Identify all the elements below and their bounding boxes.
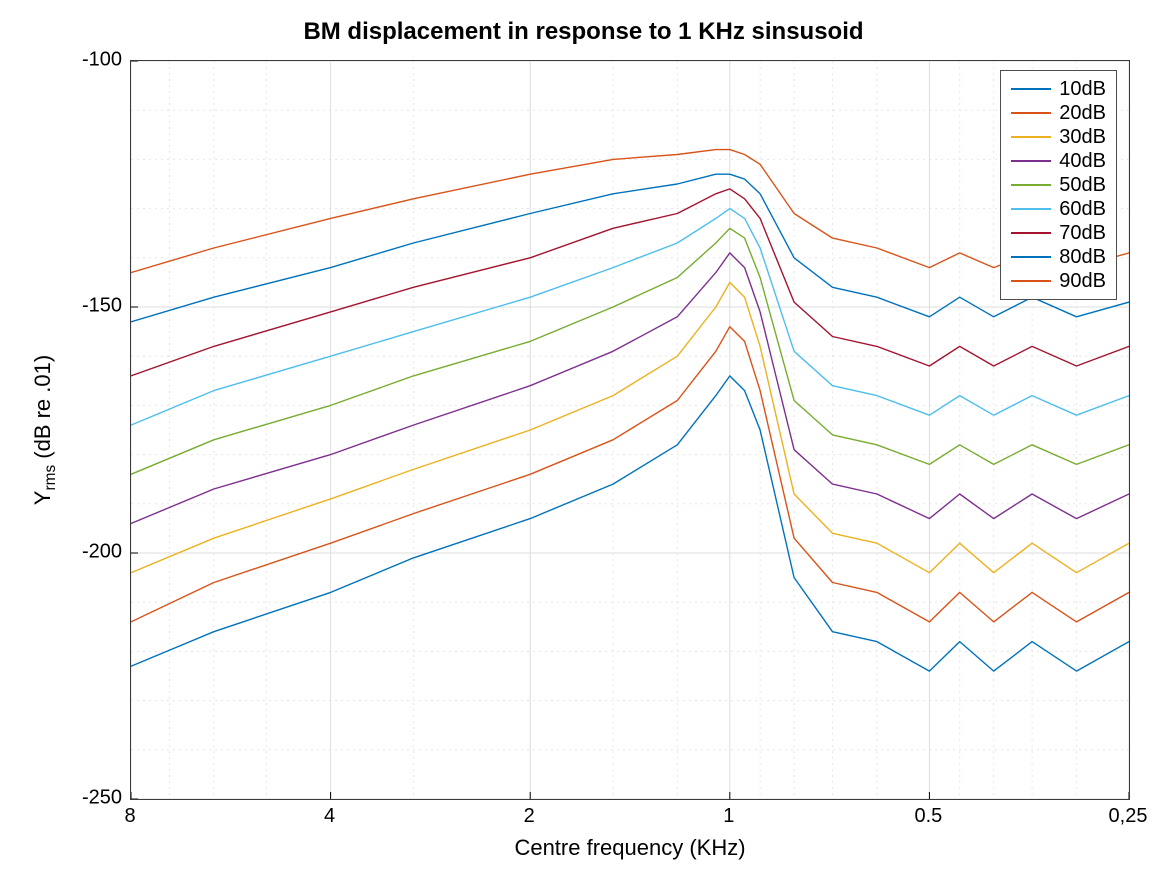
- x-tick-label: 2: [524, 805, 535, 828]
- x-tick-label: 0.5: [914, 805, 942, 828]
- plot-svg: [131, 61, 1129, 799]
- legend-swatch: [1011, 256, 1051, 258]
- x-tick-label: 0,25: [1109, 805, 1148, 828]
- legend-entry: 20dB: [1011, 101, 1106, 125]
- legend-swatch: [1011, 208, 1051, 210]
- legend-entry: 10dB: [1011, 77, 1106, 101]
- x-tick-label: 8: [124, 805, 135, 828]
- legend-entry: 90dB: [1011, 269, 1106, 293]
- x-tick-label: 1: [723, 805, 734, 828]
- y-tick-label: -150: [42, 295, 122, 318]
- legend-label: 20dB: [1059, 102, 1106, 125]
- legend-label: 60dB: [1059, 198, 1106, 221]
- y-axis-label: Yrms (dB re .01): [30, 355, 60, 505]
- x-axis-label: Centre frequency (KHz): [0, 835, 1167, 861]
- legend-swatch: [1011, 136, 1051, 138]
- y-tick-label: -200: [42, 541, 122, 564]
- legend-entry: 80dB: [1011, 245, 1106, 269]
- legend-swatch: [1011, 112, 1051, 114]
- legend-label: 90dB: [1059, 270, 1106, 293]
- legend-swatch: [1011, 184, 1051, 186]
- legend-label: 50dB: [1059, 174, 1106, 197]
- legend: 10dB20dB30dB40dB50dB60dB70dB80dB90dB: [1000, 70, 1117, 300]
- legend-swatch: [1011, 232, 1051, 234]
- legend-entry: 70dB: [1011, 221, 1106, 245]
- legend-label: 80dB: [1059, 246, 1106, 269]
- legend-entry: 40dB: [1011, 149, 1106, 173]
- y-tick-label: -100: [42, 49, 122, 72]
- legend-entry: 50dB: [1011, 173, 1106, 197]
- chart-title: BM displacement in response to 1 KHz sin…: [0, 18, 1167, 46]
- legend-entry: 60dB: [1011, 197, 1106, 221]
- legend-label: 30dB: [1059, 126, 1106, 149]
- legend-label: 10dB: [1059, 78, 1106, 101]
- x-tick-label: 4: [324, 805, 335, 828]
- legend-label: 70dB: [1059, 222, 1106, 245]
- y-tick-label: -250: [42, 787, 122, 810]
- plot-area: [130, 60, 1130, 800]
- figure: BM displacement in response to 1 KHz sin…: [0, 0, 1167, 875]
- legend-label: 40dB: [1059, 150, 1106, 173]
- legend-swatch: [1011, 160, 1051, 162]
- legend-swatch: [1011, 280, 1051, 282]
- legend-swatch: [1011, 88, 1051, 90]
- legend-entry: 30dB: [1011, 125, 1106, 149]
